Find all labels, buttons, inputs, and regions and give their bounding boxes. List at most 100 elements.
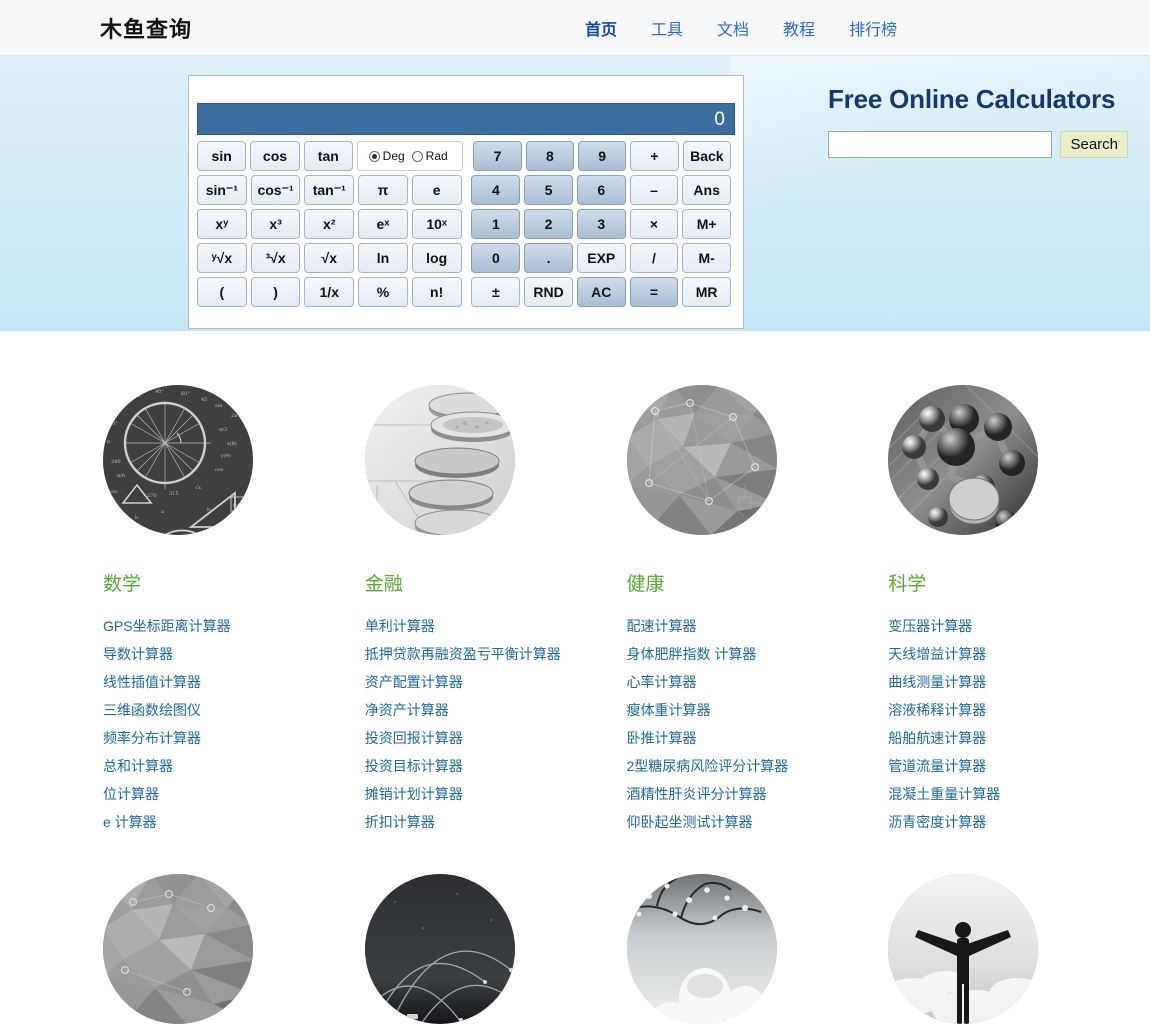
cat-link[interactable]: 三维函数绘图仪 xyxy=(103,696,365,724)
calc-key-e-pow-x[interactable]: eˣ xyxy=(358,209,408,239)
calc-key-exp[interactable]: EXP xyxy=(576,243,626,273)
svg-text:b: b xyxy=(135,515,138,521)
cat-link[interactable]: 单利计算器 xyxy=(365,612,627,640)
calc-key-ans[interactable]: Ans xyxy=(682,175,731,205)
cat-link[interactable]: e 计算器 xyxy=(103,808,365,836)
calc-key-tan[interactable]: tan xyxy=(303,141,353,171)
cat-link[interactable]: 瘦体重计算器 xyxy=(627,696,889,724)
calc-key-sqrt[interactable]: √x xyxy=(304,243,355,273)
calc-key-0[interactable]: 0 xyxy=(471,243,521,273)
calc-key-pi[interactable]: π xyxy=(358,175,408,205)
nav-item-rankings[interactable]: 排行榜 xyxy=(849,16,897,40)
calc-key-mr[interactable]: MR xyxy=(682,277,731,307)
site-logo[interactable]: 木鱼查询 xyxy=(100,12,192,44)
calculator-row-1: sin cos tan Deg Rad 7 8 9 + Back xyxy=(197,141,735,171)
nav-item-tools[interactable]: 工具 xyxy=(651,16,683,40)
search-button[interactable]: Search xyxy=(1060,131,1128,158)
cat-link[interactable]: 投资目标计算器 xyxy=(365,752,627,780)
cat-link[interactable]: 位计算器 xyxy=(103,780,365,808)
calc-key-back[interactable]: Back xyxy=(682,141,731,171)
cat-link[interactable]: 净资产计算器 xyxy=(365,696,627,724)
calc-key-percent[interactable]: % xyxy=(358,277,408,307)
calc-key-asin[interactable]: sin⁻¹ xyxy=(197,175,247,205)
calc-key-atan[interactable]: tan⁻¹ xyxy=(304,175,355,205)
calc-key-8[interactable]: 8 xyxy=(525,141,574,171)
calc-key-plus[interactable]: + xyxy=(630,141,679,171)
calc-key-6[interactable]: 6 xyxy=(576,175,626,205)
calc-key-e[interactable]: e xyxy=(411,175,462,205)
cat-link[interactable]: 仰卧起坐测试计算器 xyxy=(627,808,889,836)
calc-key-1[interactable]: 1 xyxy=(471,209,521,239)
cat-link[interactable]: 身体肥胖指数 计算器 xyxy=(627,640,889,668)
nav-item-docs[interactable]: 文档 xyxy=(717,16,749,40)
calc-key-x-pow-y[interactable]: xʸ xyxy=(197,209,247,239)
cat-link[interactable]: 折扣计算器 xyxy=(365,808,627,836)
calc-key-rnd[interactable]: RND xyxy=(524,277,573,307)
calc-key-divide[interactable]: / xyxy=(629,243,679,273)
nav-item-tutorials[interactable]: 教程 xyxy=(783,16,815,40)
calc-key-9[interactable]: 9 xyxy=(578,141,627,171)
calc-key-minus[interactable]: – xyxy=(629,175,679,205)
svg-text:90°: 90° xyxy=(155,389,164,395)
cat-link[interactable]: 酒精性肝炎评分计算器 xyxy=(627,780,889,808)
calc-key-x-cubed[interactable]: x³ xyxy=(250,209,301,239)
cat-link[interactable]: 沥青密度计算器 xyxy=(888,808,1150,836)
calc-key-2[interactable]: 2 xyxy=(524,209,573,239)
calc-key-5[interactable]: 5 xyxy=(524,175,573,205)
cat-link[interactable]: 抵押贷款再融资盈亏平衡计算器 xyxy=(365,640,627,668)
calc-key-acos[interactable]: cos⁻¹ xyxy=(250,175,301,205)
cat-link[interactable]: GPS坐标距离计算器 xyxy=(103,612,365,640)
angle-mode-selector[interactable]: Deg Rad xyxy=(356,141,464,171)
calc-key-x-squared[interactable]: x² xyxy=(304,209,355,239)
cat-link[interactable]: 总和计算器 xyxy=(103,752,365,780)
calc-key-reciprocal[interactable]: 1/x xyxy=(304,277,355,307)
radio-rad[interactable] xyxy=(411,150,423,162)
category-math: sin 2π π/3 x(θ) y(θ) cos 30° π 240 π/6 120 90°… xyxy=(103,385,365,836)
calc-key-3[interactable]: 3 xyxy=(576,209,626,239)
calc-key-y-root-x[interactable]: ʸ√x xyxy=(197,243,247,273)
calc-key-ten-pow-x[interactable]: 10ˣ xyxy=(411,209,462,239)
cat-link[interactable]: 配速计算器 xyxy=(627,612,889,640)
calc-key-cube-root[interactable]: ³√x xyxy=(250,243,301,273)
calc-key-ac[interactable]: AC xyxy=(576,277,626,307)
calc-key-7[interactable]: 7 xyxy=(473,141,522,171)
calc-key-ln[interactable]: ln xyxy=(358,243,408,273)
cat-link[interactable]: 心率计算器 xyxy=(627,668,889,696)
calc-key-factorial[interactable]: n! xyxy=(411,277,462,307)
search-input[interactable] xyxy=(828,131,1053,158)
cat-link[interactable]: 混凝土重量计算器 xyxy=(888,780,1150,808)
cat-link[interactable]: 线性插值计算器 xyxy=(103,668,365,696)
calc-key-4[interactable]: 4 xyxy=(471,175,521,205)
calc-key-multiply[interactable]: × xyxy=(629,209,679,239)
radio-deg[interactable] xyxy=(368,150,380,162)
calc-key-cos[interactable]: cos xyxy=(250,141,300,171)
nav-item-home[interactable]: 首页 xyxy=(585,16,617,40)
calc-key-sin[interactable]: sin xyxy=(197,141,247,171)
cat-link[interactable]: 摊销计划计算器 xyxy=(365,780,627,808)
cat-link[interactable]: 投资回报计算器 xyxy=(365,724,627,752)
cat-link[interactable]: 曲线测量计算器 xyxy=(888,668,1150,696)
calc-key-mminus[interactable]: M- xyxy=(682,243,731,273)
category-links-health: 配速计算器 身体肥胖指数 计算器 心率计算器 瘦体重计算器 卧推计算器 2型糖尿… xyxy=(627,612,889,836)
cat-link[interactable]: 资产配置计算器 xyxy=(365,668,627,696)
calc-key-open-paren[interactable]: ( xyxy=(197,277,247,307)
lowpoly-network-thumb-icon xyxy=(103,874,253,1024)
cat-link[interactable]: 管道流量计算器 xyxy=(888,752,1150,780)
cat-link[interactable]: 卧推计算器 xyxy=(627,724,889,752)
cat-link[interactable]: 导数计算器 xyxy=(103,640,365,668)
cat-link[interactable]: 天线增益计算器 xyxy=(888,640,1150,668)
cat-link[interactable]: 船舶航速计算器 xyxy=(888,724,1150,752)
cat-link[interactable]: 2型糖尿病风险评分计算器 xyxy=(627,752,889,780)
cat-link[interactable]: 频率分布计算器 xyxy=(103,724,365,752)
calc-key-log[interactable]: log xyxy=(411,243,462,273)
calc-key-equals[interactable]: = xyxy=(629,277,679,307)
calc-key-decimal[interactable]: . xyxy=(524,243,573,273)
scientific-calculator[interactable]: 0 sin cos tan Deg Rad 7 8 9 + Back sin⁻¹… xyxy=(188,75,744,329)
category-title-math: 数学 xyxy=(103,574,142,595)
health-lowpoly-network-icon xyxy=(626,385,777,535)
cat-link[interactable]: 溶液稀释计算器 xyxy=(888,696,1150,724)
calc-key-close-paren[interactable]: ) xyxy=(250,277,301,307)
calc-key-mplus[interactable]: M+ xyxy=(682,209,731,239)
calc-key-plusminus[interactable]: ± xyxy=(471,277,521,307)
cat-link[interactable]: 变压器计算器 xyxy=(888,612,1150,640)
